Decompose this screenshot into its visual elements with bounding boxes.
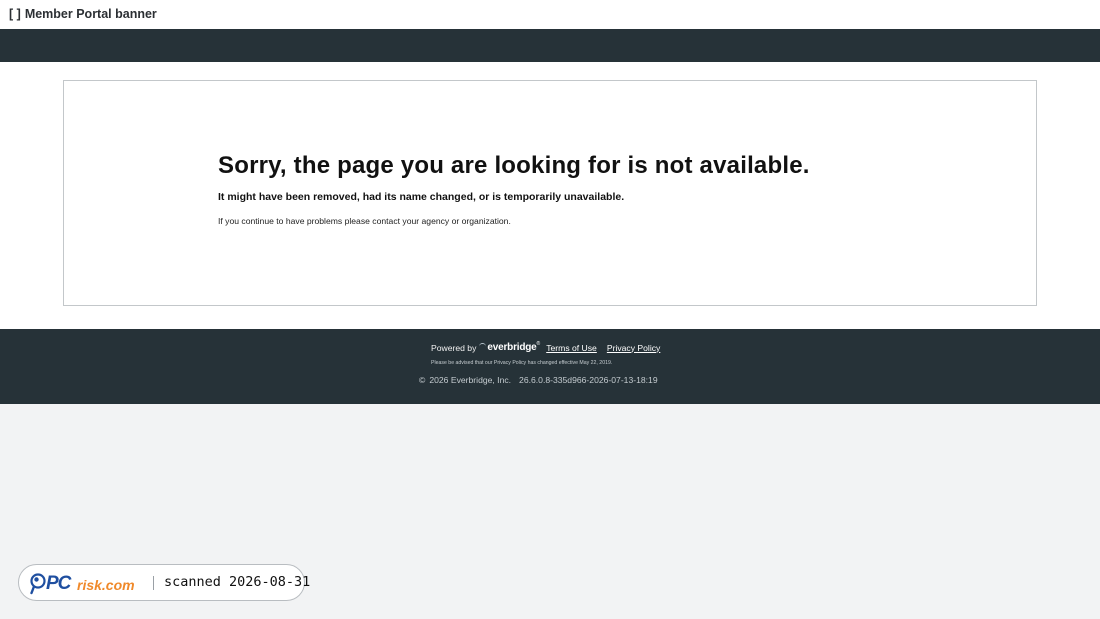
copyright-symbol: ©: [419, 375, 426, 385]
banner-bracket: [ ]: [9, 7, 21, 21]
scan-badge: PC risk.com scanned 2026-08-31: [18, 564, 310, 601]
pcrisk-logo-icon: PC risk.com: [30, 573, 135, 595]
badge-divider: [153, 576, 154, 590]
error-subtitle: It might have been removed, had its name…: [218, 191, 625, 203]
powered-by-label: Powered by: [431, 342, 477, 353]
footer-links-row: Powered by everbridge ® Terms of Use Pri…: [431, 340, 660, 354]
copyright-text: 2026 Everbridge, Inc.: [429, 375, 512, 385]
error-note: If you continue to have problems please …: [218, 216, 511, 226]
everbridge-swoosh-icon: [479, 343, 487, 348]
svg-text:PC: PC: [46, 573, 72, 594]
banner-title: [ ] Member Portal banner: [9, 7, 157, 21]
everbridge-logo-text: everbridge: [487, 342, 537, 353]
privacy-notice: Please be advised that our Privacy Polic…: [431, 360, 613, 366]
svg-text:risk.com: risk.com: [77, 577, 135, 593]
top-banner: [ ] Member Portal banner: [0, 0, 1100, 29]
error-box: Sorry, the page you are looking for is n…: [63, 80, 1037, 306]
everbridge-logo-tm: ®: [536, 340, 541, 347]
copyright-row: © 2026 Everbridge, Inc. 26.6.0.8-335d966-2…: [419, 375, 658, 385]
privacy-policy-link[interactable]: Privacy Policy: [607, 343, 660, 353]
error-title: Sorry, the page you are looking for is n…: [218, 152, 810, 179]
scan-date-text: scanned 2026-08-31: [164, 574, 311, 590]
content-area: Sorry, the page you are looking for is n…: [0, 62, 1100, 329]
footer: Powered by everbridge ® Terms of Use Pri…: [0, 329, 1100, 404]
nav-bar: [0, 29, 1100, 62]
terms-of-use-link[interactable]: Terms of Use: [546, 343, 597, 353]
banner-title-text: Member Portal banner: [24, 7, 157, 21]
everbridge-logo-icon: everbridge ®: [479, 340, 541, 353]
version-text: 26.6.0.8-335d966-2026-07-13-18:19: [519, 375, 658, 385]
